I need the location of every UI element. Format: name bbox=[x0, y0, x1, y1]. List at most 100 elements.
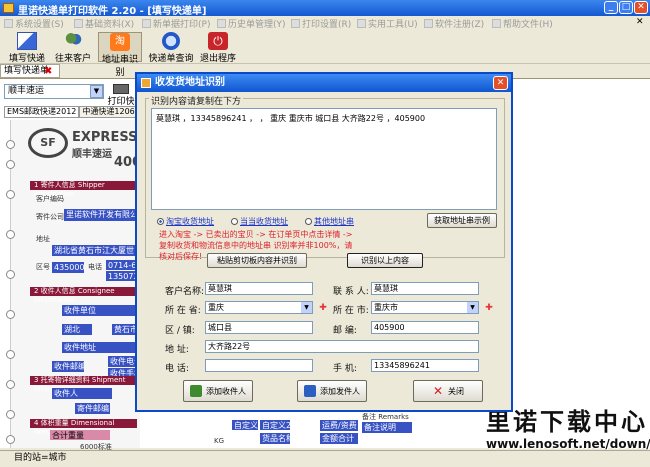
add-province-icon[interactable]: ✚ bbox=[318, 303, 328, 313]
sender-address-field[interactable]: 湖北省黄石市江大厦世 bbox=[52, 245, 137, 256]
toolbar-fill-waybill-button[interactable]: 填写快递单 bbox=[6, 32, 48, 77]
paste-identify-button[interactable]: 粘贴剪切板内容并识别 bbox=[207, 253, 307, 268]
close-icon[interactable]: ✕ bbox=[634, 1, 648, 14]
mobile-input[interactable]: 13345896241 bbox=[371, 359, 479, 372]
customer-name-input[interactable]: 莫慧琪 bbox=[205, 282, 313, 295]
receiver-phone-field[interactable]: 收件电话 bbox=[108, 356, 137, 367]
template-tabs: EMS邮政快递2012 中通快递1206 申通 bbox=[4, 106, 160, 118]
city-select[interactable]: 重庆市 ▼ bbox=[371, 301, 479, 314]
contact-input[interactable]: 莫慧琪 bbox=[371, 282, 479, 295]
close-x-icon: ✕ bbox=[432, 384, 444, 398]
customer-code-label: 客户编码 bbox=[36, 195, 64, 203]
receiver-person-field[interactable]: 收件人 bbox=[52, 388, 112, 399]
sender-section-header: 1 寄件人信息 Shipper Information bbox=[30, 181, 137, 198]
receiver-province-field[interactable]: 湖北 bbox=[62, 324, 92, 335]
custom2-field[interactable]: 自定义2 bbox=[260, 420, 290, 430]
get-example-button[interactable]: 获取地址串示例 bbox=[427, 213, 497, 228]
sender-tel-field[interactable]: 0714-623 bbox=[106, 260, 137, 270]
shipping-fee-field[interactable]: 运费/资费 bbox=[320, 420, 358, 431]
remarks-label: 备注 Remarks bbox=[362, 413, 409, 421]
sender-address-label: 地址 bbox=[36, 235, 50, 243]
menu-basic-data[interactable]: 基础资料(X) bbox=[74, 17, 134, 30]
dialog-title-bar: 收发货地址识别 ✕ bbox=[137, 74, 511, 92]
address-input[interactable]: 大齐路22号 bbox=[205, 340, 479, 353]
radio-taobao-address[interactable]: 淘宝收货地址 bbox=[157, 216, 214, 227]
add-receiver-button[interactable]: 添加收件人 bbox=[183, 380, 253, 402]
menu-history-icon bbox=[217, 19, 226, 28]
radio-other-address[interactable]: 其他地址串 bbox=[305, 216, 354, 227]
radio-dangdang-address[interactable]: 当当收货地址 bbox=[231, 216, 288, 227]
app-title: 里诺快递单打印软件 2.20 - [填写快递单] bbox=[18, 6, 207, 17]
menu-help-icon bbox=[492, 19, 501, 28]
phone-input[interactable] bbox=[205, 359, 313, 372]
minimize-icon[interactable]: _ bbox=[604, 1, 618, 14]
menu-new-print[interactable]: 新单据打印(P) bbox=[142, 17, 210, 30]
express-company-select[interactable]: 顺丰速运 bbox=[4, 84, 104, 99]
dialog-close-button[interactable]: ✕ 关闭 bbox=[413, 380, 483, 402]
goods-name-field[interactable]: 货品名称 bbox=[260, 433, 290, 444]
menu-register[interactable]: 软件注册(Z) bbox=[424, 17, 484, 30]
perforation-hole bbox=[6, 350, 15, 359]
add-sender-button[interactable]: 添加发件人 bbox=[297, 380, 367, 402]
receiver-address-field[interactable]: 收件地址 bbox=[62, 342, 137, 353]
customers-icon bbox=[63, 32, 83, 50]
kg-label: KG bbox=[214, 437, 225, 445]
perforation-hole bbox=[6, 310, 15, 319]
sender-postcode-field[interactable]: 435000 bbox=[52, 262, 84, 273]
radio-dot-icon bbox=[157, 218, 164, 225]
receiver-company-field[interactable]: 收件单位 bbox=[62, 305, 137, 316]
receiver-city-field[interactable]: 黄石市 bbox=[112, 324, 137, 335]
dialog-close-icon[interactable]: ✕ bbox=[493, 76, 508, 90]
postcode-input[interactable]: 405900 bbox=[371, 321, 479, 334]
sf-express-text: EXPRESS bbox=[72, 130, 138, 145]
print-button[interactable]: 打印快 bbox=[105, 84, 137, 108]
toolbar-address-parse-button[interactable]: 淘 地址串识别 bbox=[98, 32, 142, 78]
menu-system-icon bbox=[4, 19, 13, 28]
receiver-postcode-field[interactable]: 收件邮编 bbox=[52, 361, 84, 372]
district-input[interactable]: 城口县 bbox=[205, 321, 313, 334]
tab-template-zto[interactable]: 中通快递1206 bbox=[79, 106, 138, 118]
chevron-down-icon[interactable]: ▼ bbox=[90, 85, 103, 98]
shipment-section-header: 3 托寄物详细资料 Shipment Information bbox=[30, 376, 137, 393]
sender-postcode2-field[interactable]: 寄件邮编 bbox=[75, 403, 110, 414]
chevron-down-icon: ▼ bbox=[301, 302, 312, 313]
tab-close-icon[interactable]: ✖ bbox=[44, 66, 52, 77]
amount-field[interactable]: 金额合计 bbox=[320, 433, 358, 444]
postcode-label: 邮 编: bbox=[333, 326, 357, 336]
menu-system[interactable]: 系统设置(S) bbox=[4, 17, 64, 30]
address-paste-textarea[interactable]: 莫慧琪 ，13345896241 ， ， 重庆 重庆市 城口县 大齐路22号 ，… bbox=[151, 108, 497, 210]
power-icon: ⏻ bbox=[208, 32, 228, 50]
toolbar-customers-button[interactable]: 往来客户 bbox=[52, 32, 94, 64]
menu-print-icon bbox=[142, 19, 151, 28]
add-city-icon[interactable]: ✚ bbox=[484, 303, 494, 313]
remarks-field[interactable]: 备注说明 bbox=[362, 422, 412, 433]
sender-mobile-field[interactable]: 1350723 bbox=[106, 271, 137, 281]
menu-print-settings[interactable]: 打印设置(R) bbox=[291, 17, 351, 30]
identify-button[interactable]: 识别以上内容 bbox=[347, 253, 423, 268]
province-select[interactable]: 重庆 ▼ bbox=[205, 301, 313, 314]
mdi-close-icon[interactable]: ✕ bbox=[636, 17, 646, 27]
tel-label: 电话 bbox=[88, 263, 102, 271]
custom1-field[interactable]: 自定义1 bbox=[232, 420, 258, 430]
perforation-hole bbox=[6, 380, 15, 389]
total-weight-field[interactable]: 合计重量 bbox=[50, 430, 110, 440]
send-mail-icon bbox=[17, 32, 37, 50]
toolbar-exit-button[interactable]: ⏻ 退出程序 bbox=[198, 32, 238, 64]
dialog-icon bbox=[141, 78, 151, 88]
tab-template-ems[interactable]: EMS邮政快递2012 bbox=[4, 106, 80, 118]
receiver-section-header: 2 收件人信息 Consignee Information bbox=[30, 287, 137, 304]
person-add-icon bbox=[190, 385, 202, 397]
maximize-icon[interactable]: □ bbox=[619, 1, 633, 14]
chevron-down-icon: ▼ bbox=[467, 302, 478, 313]
perforation-hole bbox=[6, 140, 15, 149]
phone-label: 电 话: bbox=[165, 364, 189, 374]
menu-help[interactable]: 帮助文件(H) bbox=[492, 17, 553, 30]
sender-company-field[interactable]: 里诺软件开发有限公司 bbox=[64, 209, 137, 221]
customer-name-label: 客户名称: bbox=[165, 287, 205, 297]
person-add-icon bbox=[304, 385, 316, 397]
menu-history[interactable]: 历史单管理(Y) bbox=[217, 17, 286, 30]
address-label: 地 址: bbox=[165, 345, 189, 355]
toolbar-query-button[interactable]: 快递单查询 bbox=[148, 32, 194, 64]
status-bar: 目的站=城市 bbox=[0, 450, 650, 467]
menu-tools[interactable]: 实用工具(U) bbox=[357, 17, 418, 30]
